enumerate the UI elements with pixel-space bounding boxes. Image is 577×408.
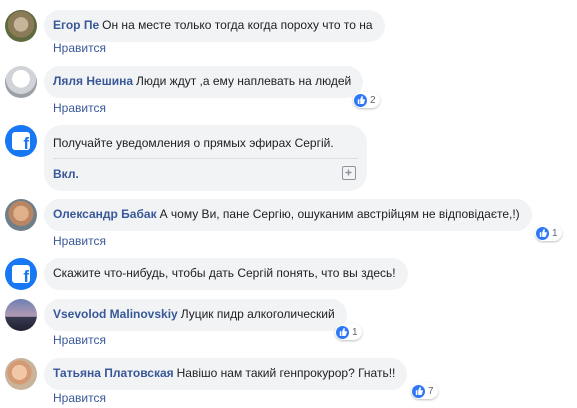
reaction-number: 7: [428, 385, 434, 397]
like-button[interactable]: Нравится: [53, 101, 106, 115]
avatar[interactable]: [5, 10, 37, 42]
comment-text: Люди ждут ,а ему наплевать на людей: [136, 74, 352, 88]
avatar[interactable]: [5, 66, 37, 98]
comment-item: Егор Пе Он на месте только тогда когда по…: [0, 0, 577, 55]
reaction-number: 2: [370, 94, 376, 106]
like-button[interactable]: Нравится: [53, 234, 106, 248]
avatar[interactable]: [5, 299, 37, 331]
like-button[interactable]: Нравится: [53, 333, 106, 347]
facebook-icon: f: [5, 125, 37, 157]
reaction-number: 1: [352, 326, 358, 338]
avatar[interactable]: [5, 199, 37, 231]
comment-bubble: Татьяна Платовская Навішо нам такий генпр…: [44, 358, 408, 390]
turn-on-button[interactable]: Вкл.: [53, 167, 79, 181]
divider: [53, 158, 358, 159]
comment-bubble: Олександр Бабак А чому Ви, пане Сергію, о…: [44, 199, 532, 231]
comment-author[interactable]: Олександр Бабак: [53, 207, 157, 221]
comment-text: Навішо нам такий генпрокурор? Гнать!!: [176, 366, 396, 380]
prompt-text: Скажите что-нибудь, чтобы дать Сергій по…: [53, 266, 396, 280]
reaction-count[interactable]: 1: [335, 324, 362, 340]
add-notification-icon[interactable]: [342, 166, 356, 180]
reaction-count[interactable]: 2: [353, 92, 380, 108]
avatar[interactable]: [5, 358, 37, 390]
subscribe-card: Получайте уведомления о прямых эфирах Се…: [44, 125, 367, 191]
like-reaction-icon: [336, 325, 349, 339]
reaction-count[interactable]: 7: [411, 383, 438, 399]
comment-text: Луцик пидр алкоголический: [180, 307, 335, 321]
comment-bubble: Ляля Нешина Люди ждут ,а ему наплевать на…: [44, 66, 364, 98]
comment-author[interactable]: Татьяна Платовская: [53, 366, 174, 380]
prompt-bubble: Скажите что-нибудь, чтобы дать Сергій по…: [44, 258, 408, 290]
reaction-count[interactable]: 1: [535, 225, 562, 241]
comment-text: Он на месте только тогда когда пороху чт…: [102, 18, 373, 32]
comment-author[interactable]: Ляля Нешина: [53, 74, 133, 88]
like-reaction-icon: [536, 226, 549, 240]
comment-bubble: Vsevolod Malinovskiy Луцик пидр алкоголич…: [44, 299, 347, 331]
comment-author[interactable]: Егор Пе: [53, 18, 99, 32]
facebook-icon: f: [5, 258, 37, 290]
like-button[interactable]: Нравится: [53, 391, 106, 405]
like-button[interactable]: Нравится: [53, 41, 106, 55]
like-reaction-icon: [354, 93, 367, 107]
comment-author[interactable]: Vsevolod Malinovskiy: [53, 307, 178, 321]
subscribe-text: Получайте уведомления о прямых эфирах Се…: [53, 136, 334, 150]
comment-bubble: Егор Пе Он на месте только тогда когда по…: [44, 10, 385, 42]
comment-text: А чому Ви, пане Сергію, ошуканим австрій…: [159, 207, 520, 221]
reaction-number: 1: [552, 227, 558, 239]
like-reaction-icon: [412, 384, 425, 398]
